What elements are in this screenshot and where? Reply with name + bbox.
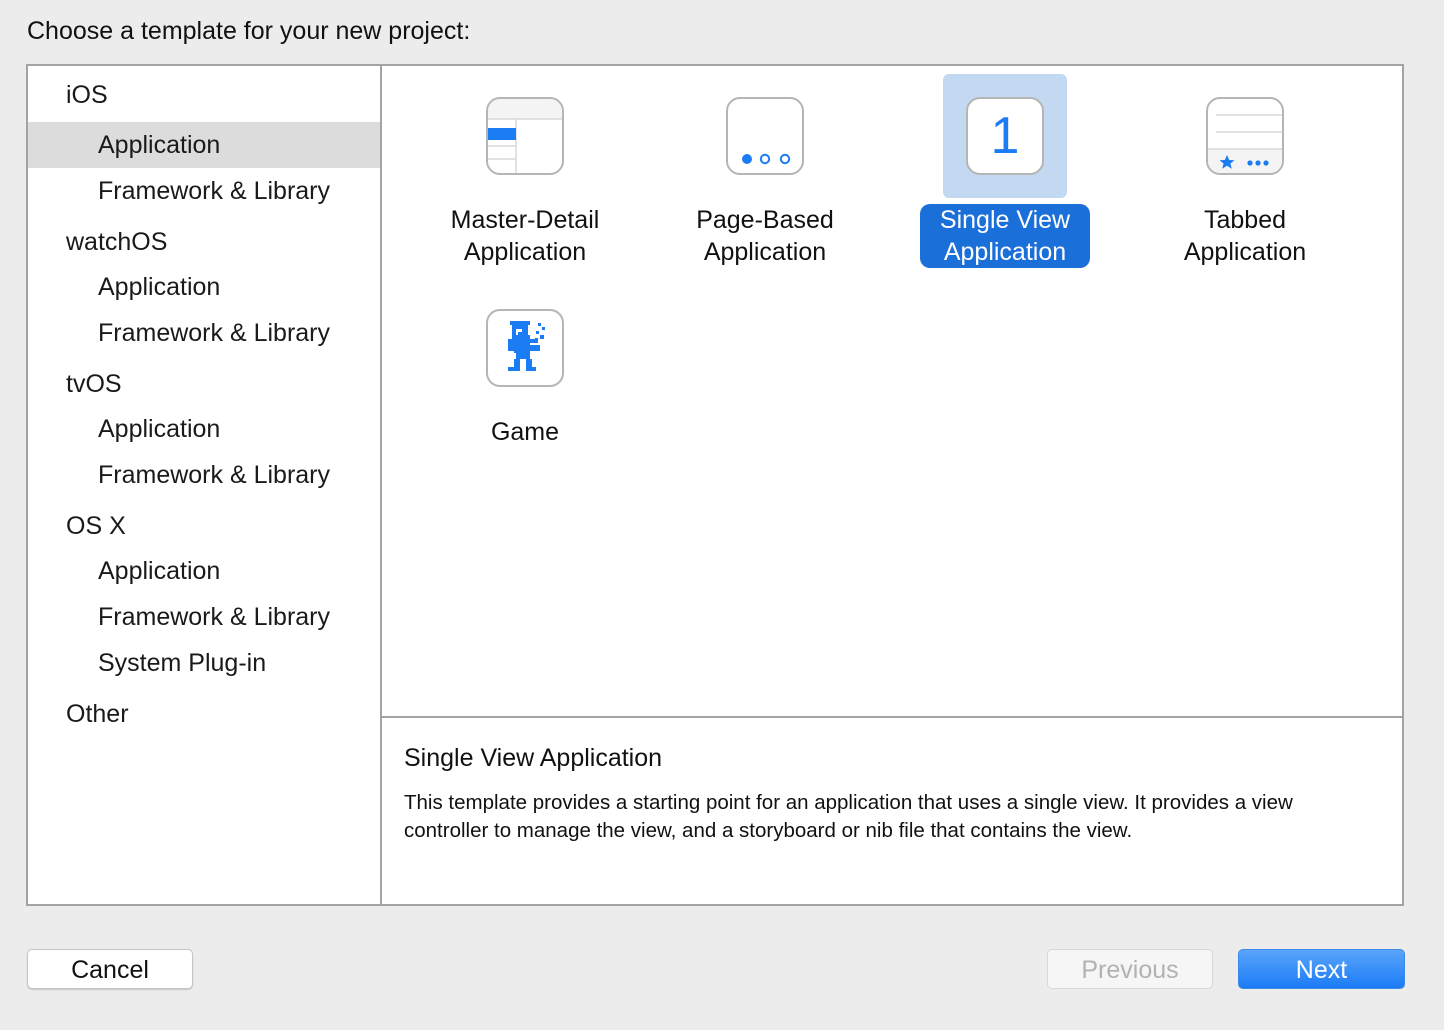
next-button[interactable]: Next [1238,949,1405,989]
template-grid: Master-Detail Application Page-Based App… [382,66,1404,718]
description-title: Single View Application [404,744,663,772]
page-based-icon [726,97,804,175]
sidebar-group-ios: iOS [66,81,108,109]
sidebar-item-watchos-application[interactable]: Application [28,264,380,310]
single-view-icon: 1 [966,97,1044,175]
template-single-view[interactable]: 1 Single View Application [885,74,1125,268]
template-chooser: iOS Application Framework & Library watc… [26,64,1404,906]
template-label: Tabbed Application [1183,206,1307,266]
platform-sidebar: iOS Application Framework & Library watc… [28,66,382,904]
template-description: Single View Application This template pr… [382,718,1404,904]
sidebar-group-watchos: watchOS [66,228,168,256]
template-tabbed[interactable]: Tabbed Application [1125,74,1365,268]
sidebar-item-tvos-framework-library[interactable]: Framework & Library [28,452,380,498]
cancel-button[interactable]: Cancel [27,949,193,989]
template-label: Game [490,418,560,446]
master-detail-icon [486,97,564,175]
template-master-detail[interactable]: Master-Detail Application [405,74,645,268]
sidebar-group-other[interactable]: Other [28,686,380,736]
previous-button[interactable]: Previous [1047,949,1213,989]
template-label: Master-Detail Application [450,206,600,266]
sidebar-group-tvos: tvOS [66,370,122,398]
tabbed-icon [1206,97,1284,175]
description-body: This template provides a starting point … [404,791,1293,842]
sidebar-group-osx: OS X [66,512,126,540]
sidebar-item-osx-system-plugin[interactable]: System Plug-in [28,640,380,686]
sidebar-item-watchos-framework-library[interactable]: Framework & Library [28,310,380,356]
sidebar-item-osx-application[interactable]: Application [28,548,380,594]
sidebar-item-ios-framework-library[interactable]: Framework & Library [28,168,380,214]
page-title: Choose a template for your new project: [27,17,471,45]
template-game[interactable]: Game [405,286,645,448]
template-label: Page-Based Application [696,206,834,266]
sidebar-item-ios-application[interactable]: Application [28,122,380,168]
game-icon [486,309,564,387]
template-label: Single View Application [919,204,1091,268]
sidebar-item-tvos-application[interactable]: Application [28,406,380,452]
template-page-based[interactable]: Page-Based Application [645,74,885,268]
sidebar-item-osx-framework-library[interactable]: Framework & Library [28,594,380,640]
